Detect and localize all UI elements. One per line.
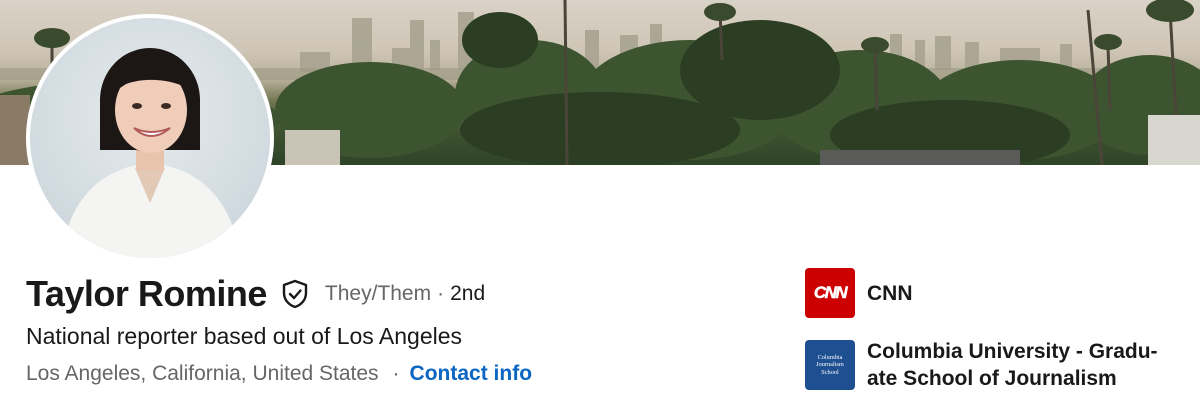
pronouns: They/Them — [324, 282, 432, 305]
shield-check-icon[interactable] — [279, 278, 311, 310]
profile-name: Taylor Romine — [26, 273, 267, 314]
org-name: Columbia University - Gradu- ate School … — [867, 340, 1158, 390]
profile-headline: National reporter based out of Los Angel… — [26, 323, 463, 349]
contact-info-link[interactable]: Contact info — [410, 362, 532, 386]
profile-location: Los Angeles, California, United States — [26, 362, 379, 385]
org-item-cnn[interactable]: CNN CNN — [805, 268, 1177, 318]
person-portrait-illustration — [60, 48, 242, 258]
separator-dot: · — [392, 362, 400, 385]
org-item-columbia[interactable]: Columbia Journalism School Columbia Univ… — [805, 338, 1177, 392]
org-name: CNN — [867, 281, 913, 305]
profile-photo-image — [30, 18, 270, 258]
connection-degree: 2nd — [450, 282, 486, 305]
columbia-journalism-school-logo: Columbia Journalism School — [805, 340, 855, 390]
profile-name-row: Taylor Romine They/Them · 2nd — [26, 272, 485, 316]
location-row: Los Angeles, California, United States ·… — [26, 362, 532, 386]
profile-photo[interactable] — [26, 14, 274, 262]
cnn-logo: CNN — [805, 268, 855, 318]
separator-dot: · — [437, 282, 445, 305]
